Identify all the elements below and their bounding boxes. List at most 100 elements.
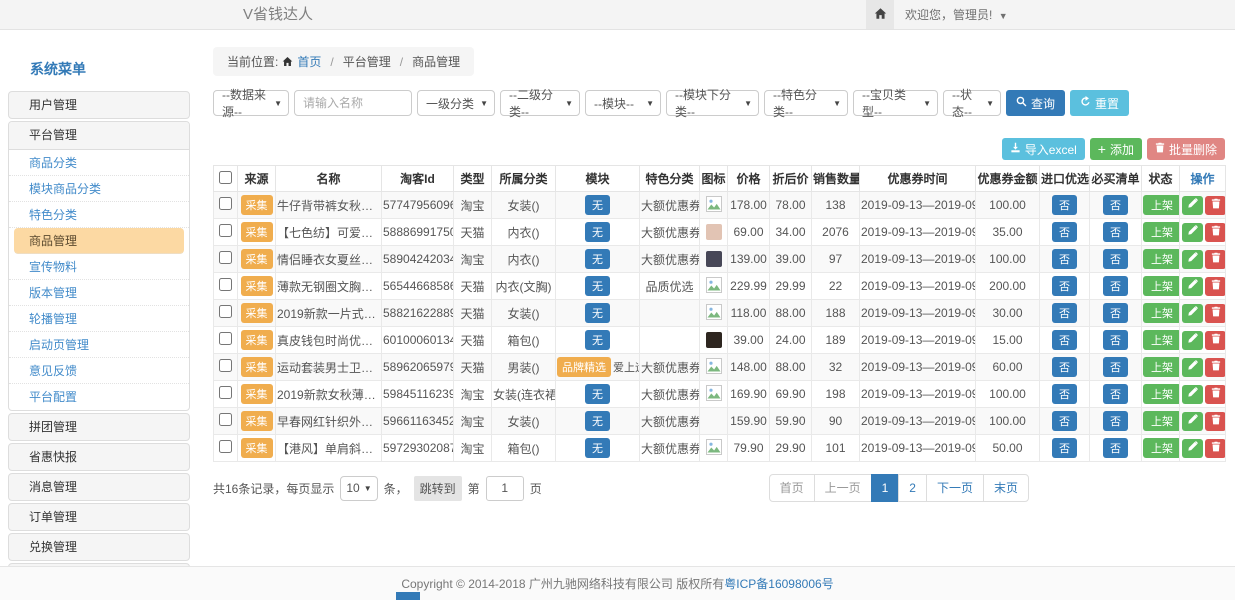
jump-to-button[interactable]: 跳转到 (414, 476, 462, 501)
sidebar-subitem[interactable]: 轮播管理 (9, 306, 189, 332)
edit-button[interactable] (1182, 304, 1203, 323)
must-buy-toggle[interactable]: 否 (1103, 411, 1128, 431)
status-badge[interactable]: 上架 (1143, 438, 1180, 458)
sidebar-item[interactable]: 省惠快报 (8, 443, 190, 471)
user-menu[interactable]: 欢迎您，管理员! ▼ (905, 0, 1008, 31)
import-select-toggle[interactable]: 否 (1052, 222, 1077, 242)
must-buy-toggle[interactable]: 否 (1103, 276, 1128, 296)
row-checkbox[interactable] (219, 359, 232, 372)
import-select-toggle[interactable]: 否 (1052, 195, 1077, 215)
page-number-input[interactable] (486, 476, 524, 501)
must-buy-toggle[interactable]: 否 (1103, 195, 1128, 215)
per-page-select[interactable]: 10 ▼ (340, 476, 377, 501)
must-buy-toggle[interactable]: 否 (1103, 438, 1128, 458)
status-badge[interactable]: 上架 (1143, 276, 1180, 296)
home-icon-button[interactable] (866, 0, 894, 29)
edit-button[interactable] (1182, 196, 1203, 215)
edit-button[interactable] (1182, 250, 1203, 269)
delete-button[interactable] (1205, 331, 1226, 350)
import-select-toggle[interactable]: 否 (1052, 303, 1077, 323)
delete-button[interactable] (1205, 277, 1226, 296)
row-checkbox[interactable] (219, 224, 232, 237)
delete-button[interactable] (1205, 223, 1226, 242)
status-badge[interactable]: 上架 (1143, 384, 1180, 404)
sidebar-subitem[interactable]: 特色分类 (9, 202, 189, 228)
source-badge[interactable]: 采集 (241, 276, 273, 296)
source-badge[interactable]: 采集 (241, 411, 273, 431)
icp-link[interactable]: 粤ICP备16098006号 (724, 577, 833, 591)
import-select-toggle[interactable]: 否 (1052, 276, 1077, 296)
delete-button[interactable] (1205, 439, 1226, 458)
sidebar-item[interactable]: 兑换管理 (8, 533, 190, 561)
edit-button[interactable] (1182, 412, 1203, 431)
pager-item[interactable]: 上一页 (814, 474, 872, 502)
module-none-badge[interactable]: 无 (585, 438, 610, 458)
pager-item[interactable]: 1 (871, 474, 900, 502)
status-badge[interactable]: 上架 (1143, 411, 1180, 431)
status-badge[interactable]: 上架 (1143, 222, 1180, 242)
edit-button[interactable] (1182, 223, 1203, 242)
breadcrumb-home-link[interactable]: 首页 (297, 53, 321, 70)
must-buy-toggle[interactable]: 否 (1103, 222, 1128, 242)
delete-button[interactable] (1205, 196, 1226, 215)
import-select-toggle[interactable]: 否 (1052, 249, 1077, 269)
import-excel-button[interactable]: 导入excel (1002, 138, 1085, 160)
row-checkbox[interactable] (219, 278, 232, 291)
source-badge[interactable]: 采集 (241, 195, 273, 215)
sidebar-item[interactable]: 订单管理 (8, 503, 190, 531)
row-checkbox[interactable] (219, 332, 232, 345)
module-none-badge[interactable]: 无 (585, 411, 610, 431)
delete-button[interactable] (1205, 304, 1226, 323)
status-badge[interactable]: 上架 (1143, 357, 1180, 377)
pager-item[interactable]: 首页 (769, 474, 815, 502)
name-search-input[interactable] (294, 90, 412, 116)
item-type-select[interactable]: --宝贝类型--▼ (853, 90, 938, 116)
edit-button[interactable] (1182, 358, 1203, 377)
row-checkbox[interactable] (219, 413, 232, 426)
import-select-toggle[interactable]: 否 (1052, 411, 1077, 431)
module-none-badge[interactable]: 无 (585, 330, 610, 350)
add-button[interactable]: + 添加 (1090, 138, 1142, 160)
edit-button[interactable] (1182, 439, 1203, 458)
import-select-toggle[interactable]: 否 (1052, 357, 1077, 377)
module-none-badge[interactable]: 无 (585, 249, 610, 269)
sidebar-subitem[interactable]: 版本管理 (9, 280, 189, 306)
source-badge[interactable]: 采集 (241, 303, 273, 323)
delete-button[interactable] (1205, 250, 1226, 269)
search-button[interactable]: 查询 (1006, 90, 1065, 116)
pager-item[interactable]: 2 (898, 474, 927, 502)
module-select[interactable]: --模块--▼ (585, 90, 661, 116)
select-all-checkbox[interactable] (219, 171, 232, 184)
must-buy-toggle[interactable]: 否 (1103, 249, 1128, 269)
status-badge[interactable]: 上架 (1143, 330, 1180, 350)
module-subcategory-select[interactable]: --模块下分类--▼ (666, 90, 759, 116)
pager-item[interactable]: 下一页 (926, 474, 984, 502)
pager-item[interactable]: 末页 (983, 474, 1029, 502)
must-buy-toggle[interactable]: 否 (1103, 330, 1128, 350)
reset-button[interactable]: 重置 (1070, 90, 1129, 116)
level1-category-select[interactable]: 一级分类▼ (417, 90, 495, 116)
sidebar-item[interactable]: 用户管理 (8, 91, 190, 119)
source-badge[interactable]: 采集 (241, 384, 273, 404)
import-select-toggle[interactable]: 否 (1052, 438, 1077, 458)
module-none-badge[interactable]: 无 (585, 384, 610, 404)
sidebar-subitem[interactable]: 商品分类 (9, 150, 189, 176)
edit-button[interactable] (1182, 331, 1203, 350)
row-checkbox[interactable] (219, 305, 232, 318)
source-badge[interactable]: 采集 (241, 222, 273, 242)
source-badge[interactable]: 采集 (241, 357, 273, 377)
delete-button[interactable] (1205, 385, 1226, 404)
delete-button[interactable] (1205, 358, 1226, 377)
status-badge[interactable]: 上架 (1143, 195, 1180, 215)
module-none-badge[interactable]: 无 (585, 276, 610, 296)
sidebar-subitem[interactable]: 平台配置 (9, 384, 189, 410)
status-badge[interactable]: 上架 (1143, 249, 1180, 269)
sidebar-item[interactable]: 拼团管理 (8, 413, 190, 441)
status-badge[interactable]: 上架 (1143, 303, 1180, 323)
row-checkbox[interactable] (219, 251, 232, 264)
source-badge[interactable]: 采集 (241, 249, 273, 269)
sidebar-subitem-active[interactable]: 商品管理 (14, 228, 184, 254)
import-select-toggle[interactable]: 否 (1052, 384, 1077, 404)
module-none-badge[interactable]: 无 (585, 303, 610, 323)
edit-button[interactable] (1182, 385, 1203, 404)
